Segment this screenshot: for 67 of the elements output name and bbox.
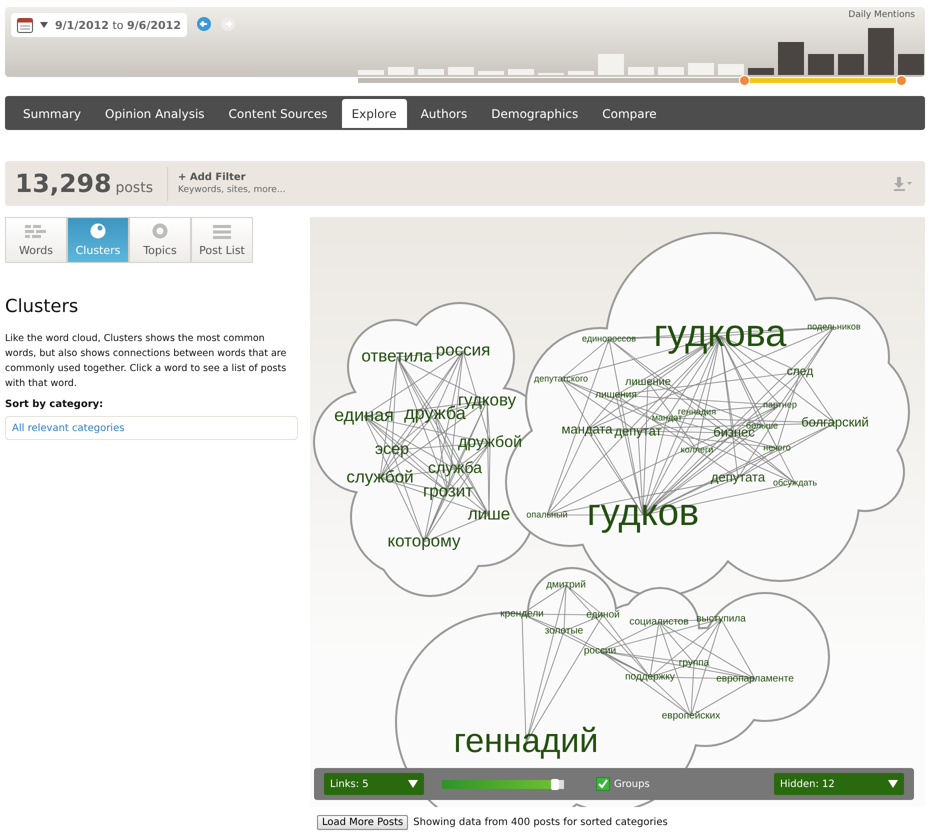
add-filter-link[interactable]: + Add Filter (178, 172, 286, 183)
section-description: Like the word cloud, Clusters shows the most common words, but also shows connections between words that are commonly used together. Click a word to see a list of posts with that word. (5, 332, 288, 391)
cluster-word[interactable]: единороссов (582, 333, 636, 344)
view-tab[interactable]: Words (5, 217, 67, 263)
cluster-word[interactable]: эсер (375, 441, 409, 458)
nav-tab[interactable]: Explore (342, 99, 407, 128)
nav-tab[interactable]: Compare (592, 99, 667, 128)
cluster-word[interactable]: депутат (614, 423, 662, 438)
cluster-word[interactable]: дмитрий (546, 580, 586, 591)
cluster-word[interactable]: золотые (544, 626, 584, 637)
cluster-word[interactable]: европейских (662, 710, 720, 722)
date-picker[interactable]: 9/1/2012 to 9/6/2012 (11, 13, 187, 37)
cluster-word[interactable]: геннадий (454, 722, 598, 760)
date-range: 9/1/2012 to 9/6/2012 (55, 18, 181, 32)
category-select[interactable]: All relevant categories (5, 416, 298, 440)
count-unit: posts (115, 180, 154, 196)
filter-hint: Keywords, sites, more... (178, 185, 286, 195)
cluster-word[interactable]: геннадия (678, 406, 716, 416)
nav-tab[interactable]: Demographics (481, 99, 588, 128)
cluster-word[interactable]: ответила (361, 346, 433, 366)
cluster-word[interactable]: след (786, 364, 814, 378)
cluster-word[interactable]: поддержку (625, 672, 675, 683)
cluster-word[interactable]: мандата (562, 421, 612, 436)
nav-tab[interactable]: Authors (410, 99, 478, 128)
cluster-word[interactable]: единая (334, 404, 394, 425)
cluster-word[interactable]: лише (468, 504, 510, 524)
cluster-word[interactable]: коллеги (680, 444, 714, 454)
nav-tab[interactable]: Opinion Analysis (95, 99, 215, 128)
cluster-word[interactable]: гудков (586, 492, 700, 534)
cluster-word[interactable]: служба (428, 460, 482, 478)
sort-label: Sort by category: (5, 399, 104, 410)
cluster-word[interactable]: подельников (807, 321, 861, 332)
cluster-word[interactable]: которому (387, 531, 461, 550)
hidden-dropdown[interactable]: Hidden: 12 (774, 773, 904, 795)
cluster-word[interactable]: гудкова (654, 313, 786, 356)
load-more-button[interactable]: Load More Posts (317, 815, 408, 830)
cluster-word[interactable]: опальный (526, 509, 568, 520)
data-note: Showing data from 400 posts for sorted categories (413, 817, 668, 828)
cluster-word[interactable]: лишение (625, 376, 671, 388)
cluster-word[interactable]: обсуждать (772, 477, 818, 488)
groups-label: Groups (614, 778, 650, 790)
cluster-word[interactable]: нечего (763, 442, 791, 452)
cluster-word[interactable]: депутата (710, 469, 766, 484)
cluster-word[interactable]: выступила (696, 614, 746, 625)
cluster-word[interactable]: грозит (423, 481, 473, 500)
view-tab[interactable]: Topics (129, 217, 191, 263)
nav-tab[interactable]: Summary (13, 99, 91, 128)
cluster-word[interactable]: социалистов (629, 616, 689, 628)
cluster-word[interactable]: крендели (500, 608, 544, 620)
view-tab[interactable]: Post List (191, 217, 253, 263)
cluster-word[interactable]: службой (346, 467, 414, 486)
chart-label: Daily Mentions (848, 10, 915, 20)
cluster-word[interactable]: депутатского (534, 373, 588, 384)
cluster-word[interactable]: лишения (595, 390, 637, 401)
cluster-word[interactable]: россия (436, 340, 490, 360)
nav-tab[interactable]: Content Sources (218, 99, 338, 128)
section-title: Clusters (5, 296, 80, 317)
cluster-word[interactable]: единой (586, 610, 620, 621)
cluster-word[interactable]: дружбой (458, 434, 522, 452)
post-count: 13,298 (15, 169, 112, 198)
cluster-word[interactable]: группа (678, 658, 710, 669)
cluster-word[interactable]: россии (584, 646, 616, 657)
links-dropdown[interactable]: Links: 5 (324, 773, 424, 795)
cluster-word[interactable]: партнер (763, 399, 797, 410)
cluster-word[interactable]: европарламенте (716, 674, 794, 685)
cluster-word[interactable]: больше (746, 420, 778, 430)
cluster-word[interactable]: болгарский (801, 414, 869, 430)
